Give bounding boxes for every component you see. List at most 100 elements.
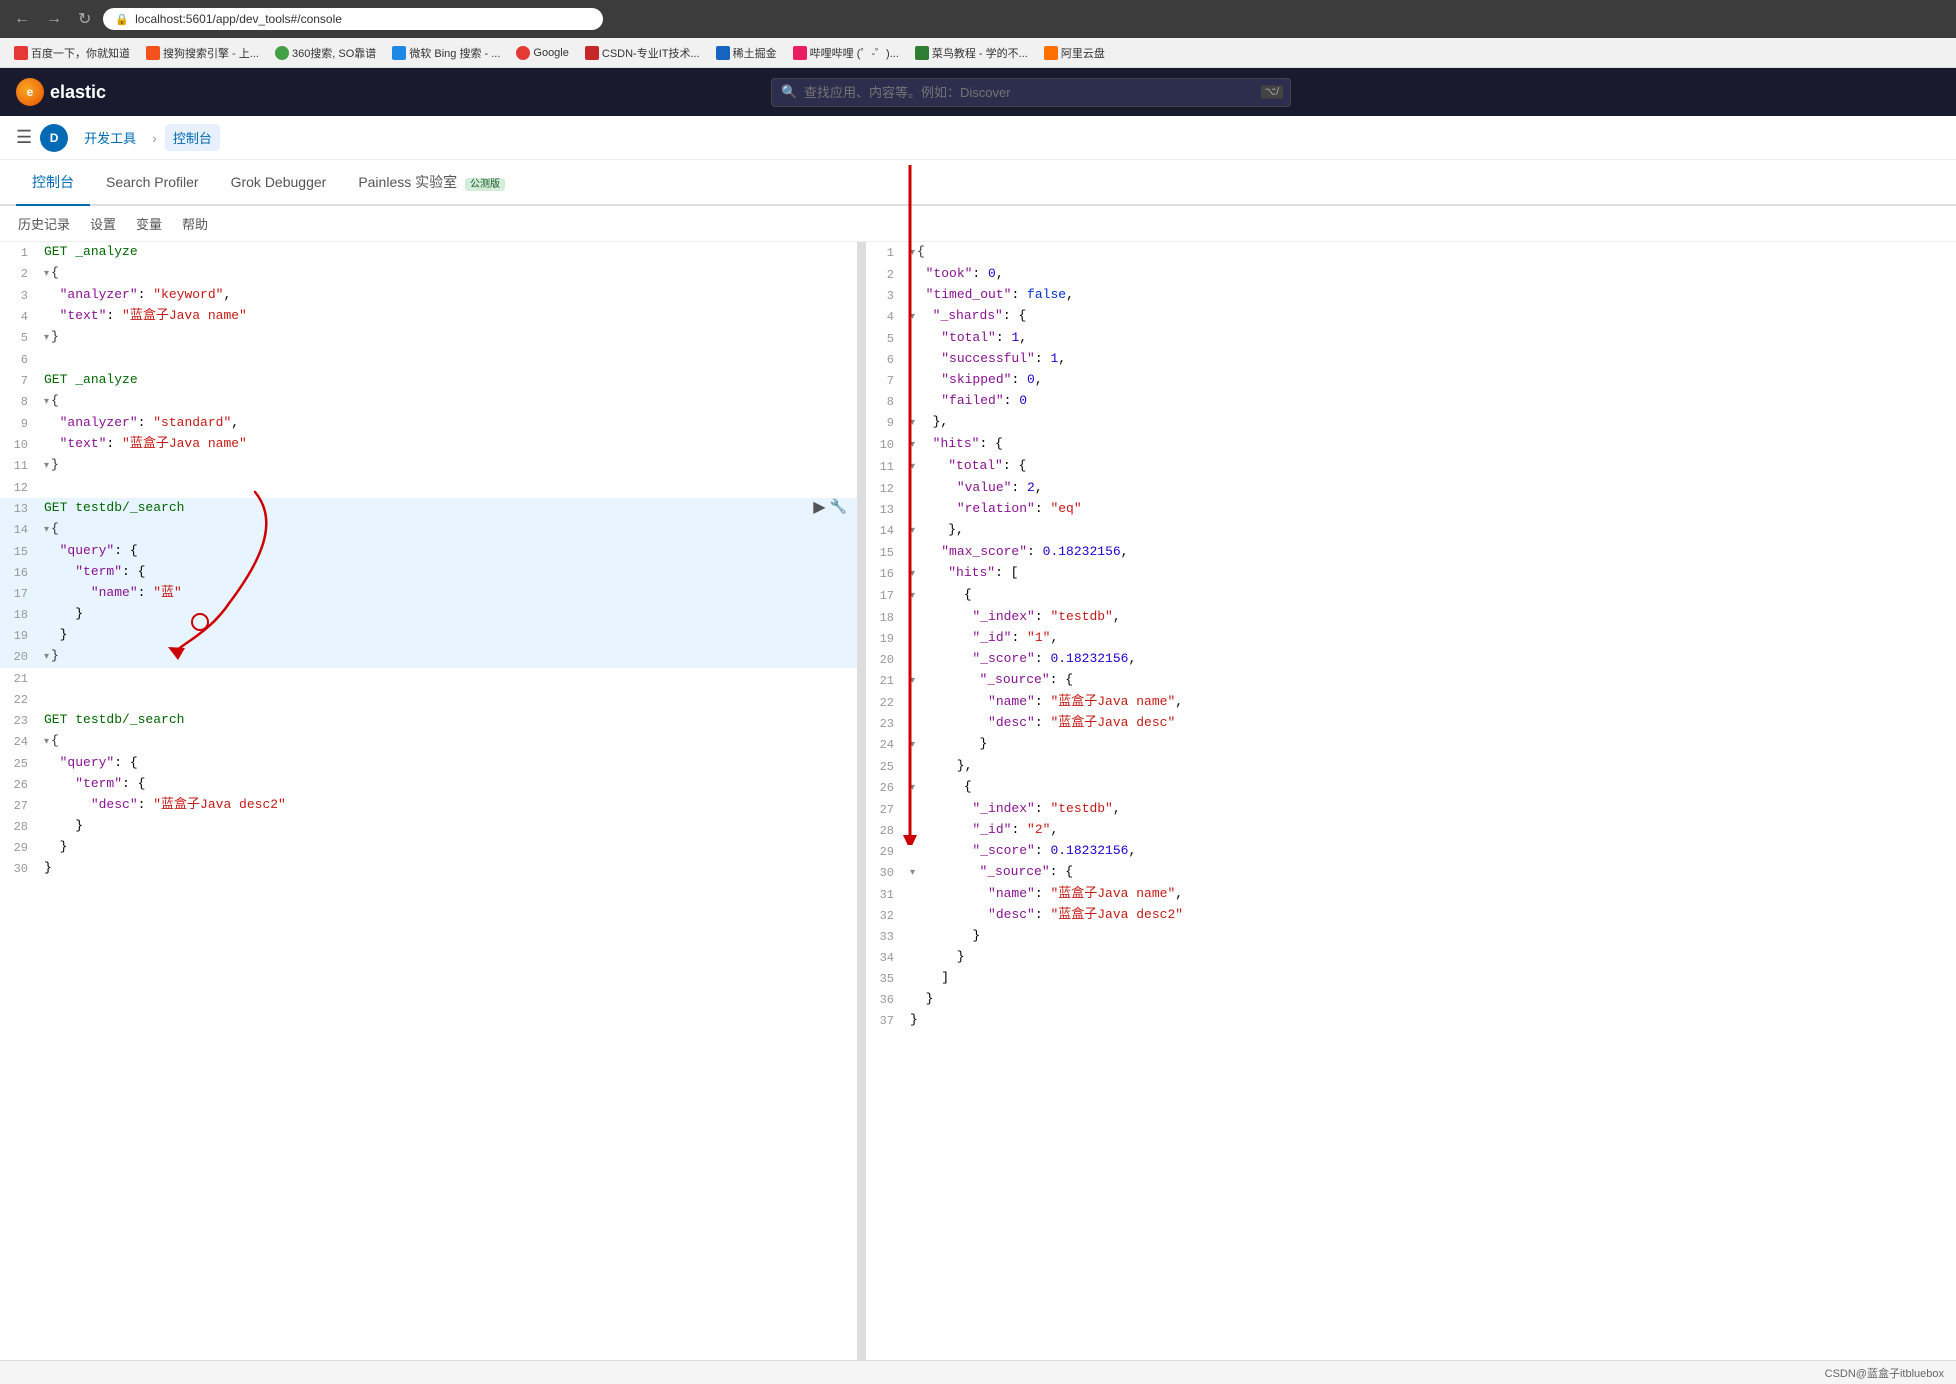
status-bar: CSDN@蓝盒子itbluebox [0, 1360, 1956, 1384]
elastic-logo-icon: e [16, 78, 44, 106]
bookmark-bing-label: 微软 Bing 搜索 - ... [409, 45, 500, 61]
bookmark-baidu-label: 百度一下，你就知道 [31, 45, 130, 61]
variables-button[interactable]: 变量 [134, 210, 164, 237]
bookmark-runoob-label: 菜鸟教程 - 学的不... [932, 45, 1028, 61]
bookmark-bilibili[interactable]: 哔哩哔哩 (゜-゜)... [787, 43, 905, 63]
bookmark-360-label: 360搜索, SO靠谱 [292, 45, 376, 61]
refresh-button[interactable]: ↻ [74, 7, 95, 31]
editor-line-12: 12 [0, 477, 857, 498]
help-button[interactable]: 帮助 [180, 210, 210, 237]
bookmark-baidu[interactable]: 百度一下，你就知道 [8, 43, 136, 63]
result-line-35: 35 ] [866, 968, 1956, 989]
bookmark-360[interactable]: 360搜索, SO靠谱 [269, 43, 382, 63]
editor-line-27: 27 "desc": "蓝盒子Java desc2" [0, 795, 857, 816]
history-button[interactable]: 历史记录 [16, 210, 72, 237]
lock-icon: 🔒 [115, 13, 129, 26]
result-line-21: 21 ▾ "_source": { [866, 670, 1956, 692]
bookmark-sogou[interactable]: 搜狗搜索引擎 - 上... [140, 43, 265, 63]
result-line-32: 32 "desc": "蓝盒子Java desc2" [866, 905, 1956, 926]
result-line-2: 2 "took": 0, [866, 264, 1956, 285]
result-line-5: 5 "total": 1, [866, 328, 1956, 349]
bookmark-google[interactable]: Google [510, 44, 574, 62]
result-line-18: 18 "_index": "testdb", [866, 607, 1956, 628]
header-search[interactable]: 🔍 ⌥/ [771, 78, 1291, 107]
editor-line-2: 2 ▾{ [0, 263, 857, 285]
result-line-36: 36 } [866, 989, 1956, 1010]
result-line-12: 12 "value": 2, [866, 478, 1956, 499]
result-line-27: 27 "_index": "testdb", [866, 799, 1956, 820]
bookmark-runoob[interactable]: 菜鸟教程 - 学的不... [909, 43, 1034, 63]
result-line-14: 14 ▾ }, [866, 520, 1956, 542]
editor-line-18: 18 } [0, 604, 857, 625]
result-line-9: 9 ▾ }, [866, 412, 1956, 434]
editor-line-4: 4 "text": "蓝盒子Java name" [0, 306, 857, 327]
editor-line-7: 7 GET _analyze [0, 370, 857, 391]
editor-line-20: 20 ▾} [0, 646, 857, 668]
header-search-input[interactable] [771, 78, 1291, 107]
editor-line-17: 17 "name": "蓝" [0, 583, 857, 604]
result-line-11: 11 ▾ "total": { [866, 456, 1956, 478]
code-editor[interactable]: 1 GET _analyze 2 ▾{ 3 "analyzer": "keywo… [0, 242, 857, 1360]
tab-grok-debugger[interactable]: Grok Debugger [215, 162, 343, 204]
bookmark-bilibili-label: 哔哩哔哩 (゜-゜)... [810, 45, 899, 61]
url-text: localhost:5601/app/dev_tools#/console [135, 12, 342, 26]
bookmark-csdn-label: CSDN-专业IT技术... [602, 45, 700, 61]
result-line-28: 28 "_id": "2", [866, 820, 1956, 841]
editor-line-3: 3 "analyzer": "keyword", [0, 285, 857, 306]
editor-line-28: 28 } [0, 816, 857, 837]
browser-bar: ← → ↻ 🔒 localhost:5601/app/dev_tools#/co… [0, 0, 1956, 38]
run-query-icon[interactable]: ▶ [813, 498, 825, 518]
result-line-26: 26 ▾ { [866, 777, 1956, 799]
forward-button[interactable]: → [42, 8, 66, 30]
editor-line-16: 16 "term": { [0, 562, 857, 583]
bookmark-sogou-label: 搜狗搜索引擎 - 上... [163, 45, 259, 61]
editor-line-10: 10 "text": "蓝盒子Java name" [0, 434, 857, 455]
elastic-logo[interactable]: e elastic [16, 78, 106, 106]
result-line-1: 1 ▾{ [866, 242, 1956, 264]
result-line-19: 19 "_id": "1", [866, 628, 1956, 649]
bookmarks-bar: 百度一下，你就知道 搜狗搜索引擎 - 上... 360搜索, SO靠谱 微软 B… [0, 38, 1956, 68]
devtools-container: 控制台 Search Profiler Grok Debugger Painle… [0, 160, 1956, 1360]
result-line-31: 31 "name": "蓝盒子Java name", [866, 884, 1956, 905]
result-line-33: 33 } [866, 926, 1956, 947]
editor-pane: 1 GET _analyze 2 ▾{ 3 "analyzer": "keywo… [0, 242, 860, 1360]
wrench-icon[interactable]: 🔧 [830, 498, 847, 518]
toolbar-row: 历史记录 设置 变量 帮助 [0, 206, 1956, 242]
user-avatar[interactable]: D [40, 124, 68, 152]
bookmark-juejin[interactable]: 稀土掘金 [710, 43, 783, 63]
result-line-37: 37 } [866, 1010, 1956, 1031]
editor-line-9: 9 "analyzer": "standard", [0, 413, 857, 434]
editor-line-15: 15 "query": { [0, 541, 857, 562]
result-line-17: 17 ▾ { [866, 585, 1956, 607]
breadcrumb-console[interactable]: 控制台 [165, 124, 220, 151]
url-bar[interactable]: 🔒 localhost:5601/app/dev_tools#/console [103, 8, 603, 30]
result-line-3: 3 "timed_out": false, [866, 285, 1956, 306]
tab-painless[interactable]: Painless 实验室 公测版 [342, 160, 521, 206]
editor-line-14: 14 ▾{ [0, 519, 857, 541]
result-line-25: 25 }, [866, 756, 1956, 777]
sub-nav: ☰ D 开发工具 › 控制台 [0, 116, 1956, 160]
bookmark-aliyun[interactable]: 阿里云盘 [1038, 43, 1111, 63]
beta-badge: 公测版 [465, 178, 505, 191]
editor-line-22: 22 [0, 689, 857, 710]
result-pane[interactable]: 1 ▾{ 2 "took": 0, 3 "timed_out": false, … [866, 242, 1956, 1360]
tab-search-profiler[interactable]: Search Profiler [90, 162, 215, 204]
result-line-30: 30 ▾ "_source": { [866, 862, 1956, 884]
settings-button[interactable]: 设置 [88, 210, 118, 237]
editor-line-30: 30 } [0, 858, 857, 879]
bookmark-bing[interactable]: 微软 Bing 搜索 - ... [386, 43, 506, 63]
result-line-29: 29 "_score": 0.18232156, [866, 841, 1956, 862]
editor-line-6: 6 [0, 349, 857, 370]
hamburger-button[interactable]: ☰ [16, 127, 32, 148]
back-button[interactable]: ← [10, 8, 34, 30]
status-text: CSDN@蓝盒子itbluebox [1825, 1365, 1944, 1381]
result-line-8: 8 "failed": 0 [866, 391, 1956, 412]
bookmark-aliyun-label: 阿里云盘 [1061, 45, 1105, 61]
breadcrumb-devtools[interactable]: 开发工具 [76, 124, 144, 151]
bookmark-csdn[interactable]: CSDN-专业IT技术... [579, 43, 706, 63]
result-line-16: 16 ▾ "hits": [ [866, 563, 1956, 585]
tab-console[interactable]: 控制台 [16, 160, 90, 206]
result-line-10: 10 ▾ "hits": { [866, 434, 1956, 456]
result-line-4: 4 ▾ "_shards": { [866, 306, 1956, 328]
result-line-24: 24 ▾ } [866, 734, 1956, 756]
